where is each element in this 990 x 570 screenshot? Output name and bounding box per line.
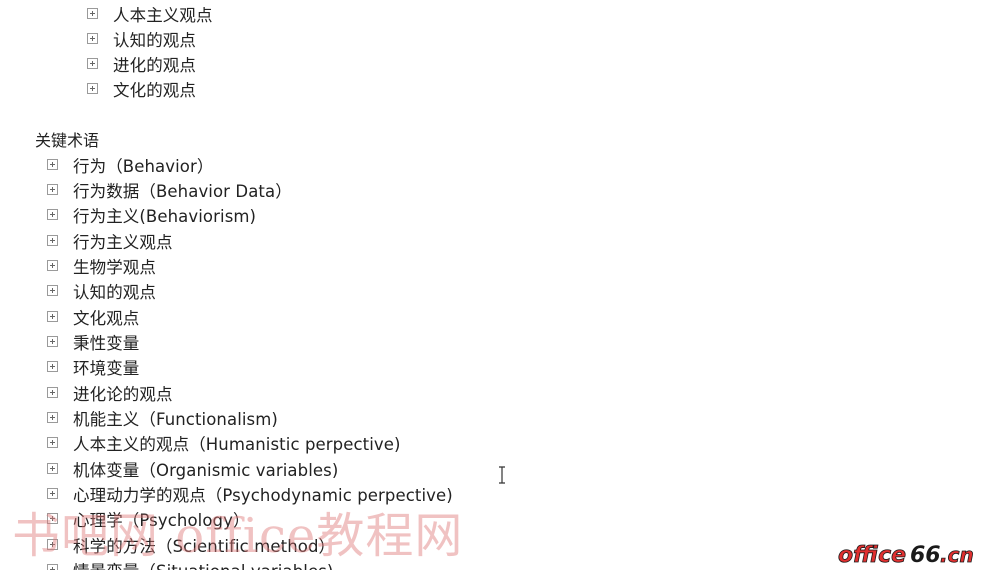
expand-icon[interactable] [87,58,98,69]
expand-icon[interactable] [47,209,58,220]
text-cursor-icon [499,466,505,484]
tree-item-label: 情景变量（Situational variables) [73,558,333,570]
tree-item[interactable]: 人本主义的观点（Humanistic perpective) [47,430,401,455]
tree-item-label: 心理学（Psychology） [73,510,250,530]
expand-icon[interactable] [47,463,58,474]
expand-icon[interactable] [47,311,58,322]
tree-item-label: 环境变量 [73,358,140,378]
expand-icon[interactable] [47,235,58,246]
expand-icon[interactable] [47,564,58,570]
tree-item[interactable]: 行为数据（Behavior Data） [47,177,292,202]
section-title: 关键术语 [35,131,100,150]
expand-icon[interactable] [47,412,58,423]
tree-item[interactable]: 人本主义观点 [87,1,213,26]
tree-item[interactable]: 行为（Behavior） [47,152,213,177]
tree-item-label: 文化观点 [73,308,140,328]
tree-item[interactable]: 环境变量 [47,354,139,379]
tree-item-label: 认知的观点 [113,30,196,50]
expand-icon[interactable] [47,437,58,448]
svg-text:office: office [838,543,906,568]
tree-item[interactable]: 生物学观点 [47,253,156,278]
expand-icon[interactable] [47,488,58,499]
tree-item-label: 进化的观点 [113,55,196,75]
expand-icon[interactable] [47,387,58,398]
tree-item[interactable]: 认知的观点 [47,278,156,303]
expand-icon[interactable] [47,159,58,170]
tree-item-label: 人本主义观点 [113,5,213,25]
expand-icon[interactable] [47,285,58,296]
expand-icon[interactable] [87,33,98,44]
tree-item[interactable]: 行为主义(Behaviorism) [47,202,256,227]
tree-item-label: 行为（Behavior） [73,156,214,176]
svg-text:.cn: .cn [940,543,974,567]
tree-item-label: 科学的方法（Scientific method） [73,536,336,556]
tree-item-label: 行为主义观点 [73,232,173,252]
tree-item-label: 心理动力学的观点（Psychodynamic perpective) [73,485,453,505]
tree-item-label: 行为数据（Behavior Data） [73,181,292,201]
tree-item[interactable]: 情景变量（Situational variables) [47,557,333,570]
tree-item-label: 文化的观点 [113,80,196,100]
tree-item[interactable]: 机能主义（Functionalism) [47,405,278,430]
tree-item[interactable]: 心理学（Psychology） [47,506,250,531]
tree-item[interactable]: 秉性变量 [47,329,139,354]
tree-item-label: 人本主义的观点（Humanistic perpective) [73,434,401,454]
expand-icon[interactable] [87,8,98,19]
expand-icon[interactable] [47,361,58,372]
tree-item[interactable]: 科学的方法（Scientific method） [47,532,335,557]
tree-item[interactable]: 进化的观点 [87,51,196,76]
tree-item-label: 机体变量（Organismic variables) [73,460,339,480]
tree-item[interactable]: 认知的观点 [87,26,196,51]
tree-item-label: 机能主义（Functionalism) [73,409,278,429]
expand-icon[interactable] [47,184,58,195]
watermark-logo: office 66 .cn [838,543,975,568]
tree-item-label: 认知的观点 [73,282,156,302]
svg-text:66: 66 [910,543,941,568]
expand-icon[interactable] [47,513,58,524]
expand-icon[interactable] [87,83,98,94]
tree-item-label: 生物学观点 [73,257,156,277]
tree-item[interactable]: 文化观点 [47,304,139,329]
tree-item[interactable]: 机体变量（Organismic variables) [47,456,338,481]
tree-item-label: 秉性变量 [73,333,140,353]
tree-item[interactable]: 进化论的观点 [47,380,173,405]
tree-item-label: 行为主义(Behaviorism) [73,206,257,226]
tree-item-label: 进化论的观点 [73,384,173,404]
tree-item[interactable]: 行为主义观点 [47,228,173,253]
tree-item[interactable]: 文化的观点 [87,76,196,101]
expand-icon[interactable] [47,539,58,550]
tree-item[interactable]: 心理动力学的观点（Psychodynamic perpective) [47,481,453,506]
expand-icon[interactable] [47,260,58,271]
expand-icon[interactable] [47,336,58,347]
